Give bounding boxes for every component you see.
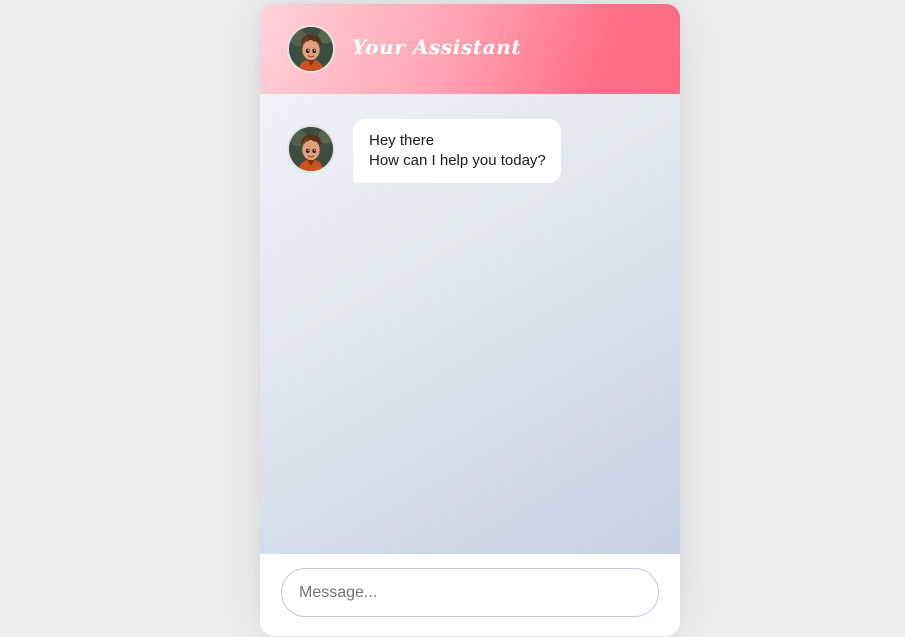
chat-window: Your Assistant Hey there How can I help … [260, 4, 680, 636]
message-composer [260, 554, 680, 636]
message-text-line: How can I help you today? [369, 152, 546, 169]
chat-title: Your Assistant [352, 35, 522, 59]
assistant-avatar-icon [287, 125, 335, 173]
assistant-avatar-icon [287, 25, 335, 73]
assistant-message-bubble: Hey there How can I help you today? [353, 119, 561, 183]
message-text-line: Hey there [369, 132, 435, 149]
chat-messages: Hey there How can I help you today? [260, 94, 680, 554]
chat-header: Your Assistant [260, 4, 680, 94]
message-input[interactable] [281, 568, 659, 617]
